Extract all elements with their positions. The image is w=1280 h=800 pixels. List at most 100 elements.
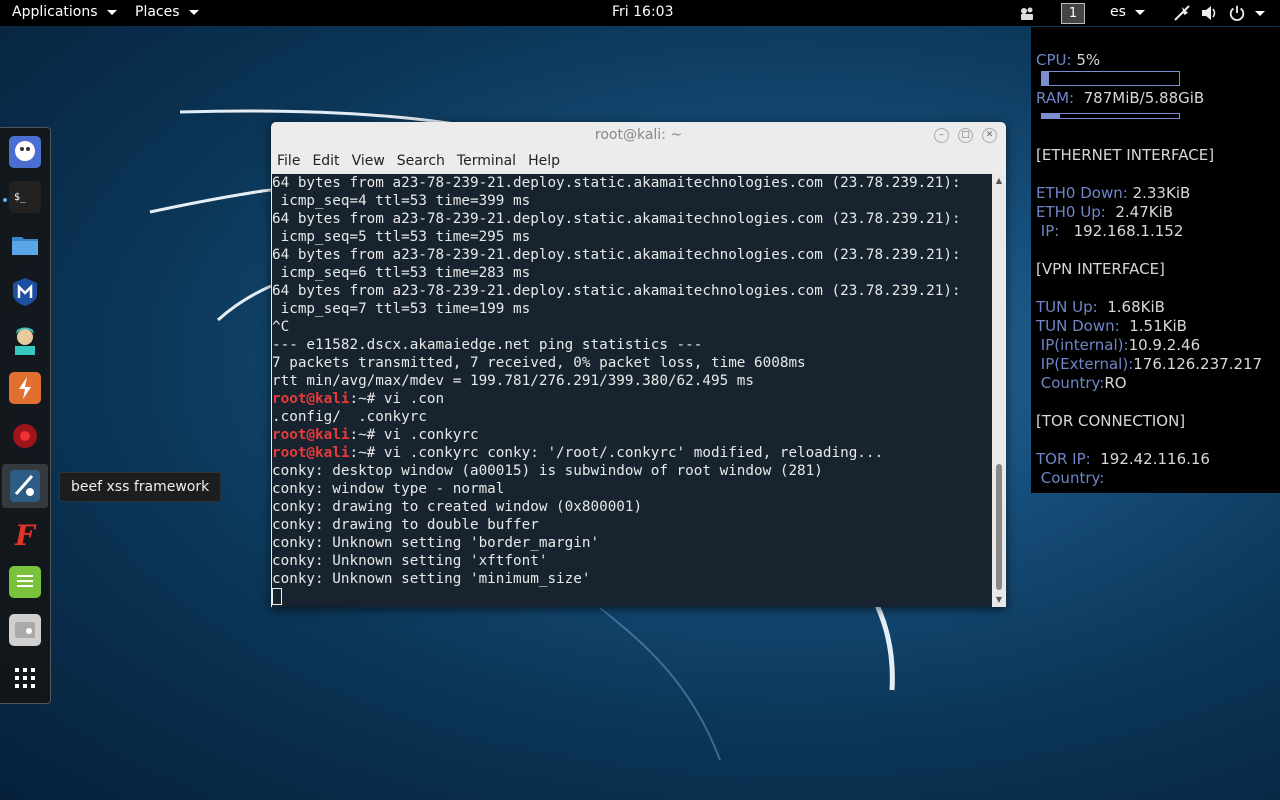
faraday-icon[interactable]: F	[9, 518, 41, 552]
terminal-line-text: 64 bytes from a23-78-239-21.deploy.stati…	[272, 247, 961, 263]
terminal-line: conky: drawing to created window (0x8000…	[272, 498, 992, 516]
terminal-line-text: ^C	[272, 319, 290, 335]
shell-prompt: root@kali	[272, 427, 350, 443]
menu-search[interactable]: Search	[391, 150, 451, 172]
terminal-line: root@kali:~# vi .conkyrc conky: '/root/.…	[272, 444, 992, 462]
terminal-line: conky: Unknown setting 'xftfont'	[272, 552, 992, 570]
ip-label: IP:	[1040, 222, 1060, 240]
terminal-line: icmp_seq=6 ttl=53 time=283 ms	[272, 264, 992, 282]
eth0-down-label: ETH0 Down:	[1036, 184, 1128, 202]
terminal-line-text: conky: Unknown setting 'minimum_size'	[272, 571, 591, 587]
terminal-line-text: conky: drawing to created window (0x8000…	[272, 499, 643, 515]
terminal-icon[interactable]: $_	[9, 181, 41, 213]
close-button[interactable]: ✕	[982, 128, 997, 143]
terminal-line-text: conky: Unknown setting 'border_margin'	[272, 535, 600, 551]
svg-text:F: F	[14, 519, 37, 550]
terminal-line: .config/ .conkyrc	[272, 408, 992, 426]
ip-external-value: 176.126.237.217	[1133, 355, 1263, 373]
armitage-icon[interactable]	[9, 324, 41, 356]
clock[interactable]: Fri 16:03	[612, 4, 673, 20]
terminal-line-text: --- e11582.dscx.akamaiedge.net ping stat…	[272, 337, 703, 353]
scroll-up-icon[interactable]: ▲	[995, 177, 1003, 185]
menu-terminal[interactable]: Terminal	[451, 150, 522, 172]
system-menu[interactable]	[1228, 4, 1265, 22]
kali-icon[interactable]	[9, 136, 41, 168]
menu-help[interactable]: Help	[522, 150, 566, 172]
ip-external-label: IP(External):	[1040, 355, 1134, 373]
vpn-header: [VPN INTERFACE]	[1036, 260, 1165, 278]
cherrytree-icon[interactable]	[9, 614, 41, 646]
terminal-line-text: icmp_seq=4 ttl=53 time=399 ms	[272, 193, 531, 209]
chevron-down-icon	[106, 9, 117, 15]
maltego-icon[interactable]	[9, 420, 41, 452]
keyboard-layout-menu[interactable]: es	[1110, 4, 1145, 20]
menu-file[interactable]: File	[271, 150, 306, 172]
chevron-down-icon	[1255, 10, 1265, 16]
applications-menu[interactable]: Applications	[12, 4, 117, 20]
country-label: Country:	[1040, 374, 1105, 392]
window-title: root@kali: ~	[594, 127, 683, 143]
terminal-line-text: rtt min/avg/max/mdev = 199.781/276.291/3…	[272, 373, 755, 389]
terminal-line-text: icmp_seq=6 ttl=53 time=283 ms	[272, 265, 531, 281]
chevron-down-icon	[1134, 9, 1145, 15]
terminal-line-text: .config/ .conkyrc	[272, 409, 427, 425]
chevron-down-icon	[188, 9, 199, 15]
dock: $_ F	[0, 127, 51, 704]
files-icon[interactable]	[9, 228, 41, 260]
camera-icon[interactable]	[1018, 3, 1038, 23]
ram-value: 787MiB/5.88GiB	[1083, 89, 1205, 107]
terminal-line-text: :~# vi .conkyrc conky: '/root/.conkyrc' …	[349, 445, 884, 461]
terminal-output[interactable]: 64 bytes from a23-78-239-21.deploy.stati…	[272, 174, 992, 607]
terminal-line: conky: window type - normal	[272, 480, 992, 498]
burpsuite-icon[interactable]	[9, 372, 41, 404]
tor-ip-value: 192.42.116.16	[1100, 450, 1210, 468]
workspace-indicator[interactable]: 1	[1061, 3, 1085, 24]
conky-panel: CPU: 5% RAM: 787MiB/5.88GiB [ETHERNET IN…	[1031, 27, 1280, 493]
ip-internal-label: IP(internal):	[1040, 336, 1129, 354]
terminal-line: conky: Unknown setting 'border_margin'	[272, 534, 992, 552]
cpu-bar	[1041, 71, 1180, 86]
menu-view[interactable]: View	[346, 150, 391, 172]
tun-up-value: 1.68KiB	[1107, 298, 1165, 316]
terminal-line: 64 bytes from a23-78-239-21.deploy.stati…	[272, 174, 992, 192]
leafpad-icon[interactable]	[9, 566, 41, 598]
minimize-button[interactable]: –	[934, 128, 949, 143]
terminal-window: root@kali: ~ – □ ✕ File Edit View Search Ter…	[271, 122, 1006, 607]
eth0-up-value: 2.47KiB	[1115, 203, 1174, 221]
tor-country-label: Country:	[1040, 469, 1105, 487]
ram-bar	[1041, 113, 1180, 119]
terminal-line: icmp_seq=4 ttl=53 time=399 ms	[272, 192, 992, 210]
tun-down-label: TUN Down:	[1036, 317, 1120, 335]
running-indicator	[3, 198, 7, 202]
ip-value: 192.168.1.152	[1073, 222, 1184, 240]
metasploit-icon[interactable]	[9, 276, 41, 308]
places-menu-label: Places	[135, 4, 180, 20]
places-menu[interactable]: Places	[135, 4, 199, 20]
eth0-down-value: 2.33KiB	[1132, 184, 1191, 202]
terminal-input-line[interactable]	[272, 588, 992, 606]
scroll-down-icon[interactable]: ▼	[995, 596, 1003, 604]
terminal-line-text: conky: window type - normal	[272, 481, 505, 497]
terminal-line-text: 64 bytes from a23-78-239-21.deploy.stati…	[272, 283, 961, 299]
menu-edit[interactable]: Edit	[306, 150, 345, 172]
show-apps-icon[interactable]	[9, 662, 41, 694]
terminal-line: ^C	[272, 318, 992, 336]
ethernet-header: [ETHERNET INTERFACE]	[1036, 146, 1215, 164]
terminal-line: 64 bytes from a23-78-239-21.deploy.stati…	[272, 282, 992, 300]
beef-icon[interactable]	[2, 464, 48, 508]
terminal-line: icmp_seq=5 ttl=53 time=295 ms	[272, 228, 992, 246]
maximize-button[interactable]: □	[958, 128, 973, 143]
network-icon[interactable]	[1172, 3, 1192, 23]
terminal-line-text: 64 bytes from a23-78-239-21.deploy.stati…	[272, 175, 961, 191]
scroll-thumb[interactable]	[996, 464, 1002, 590]
terminal-line-text: icmp_seq=5 ttl=53 time=295 ms	[272, 229, 531, 245]
volume-icon[interactable]	[1199, 3, 1219, 23]
tun-down-value: 1.51KiB	[1129, 317, 1187, 335]
terminal-line: root@kali:~# vi .con	[272, 390, 992, 408]
ram-row: RAM: 787MiB/5.88GiB	[1036, 89, 1205, 107]
ram-bar-fill	[1042, 114, 1060, 118]
terminal-line: 64 bytes from a23-78-239-21.deploy.stati…	[272, 210, 992, 228]
scrollbar[interactable]: ▲ ▼	[993, 174, 1005, 607]
ip-internal-value: 10.9.2.46	[1128, 336, 1201, 354]
eth0-up-label: ETH0 Up:	[1036, 203, 1106, 221]
